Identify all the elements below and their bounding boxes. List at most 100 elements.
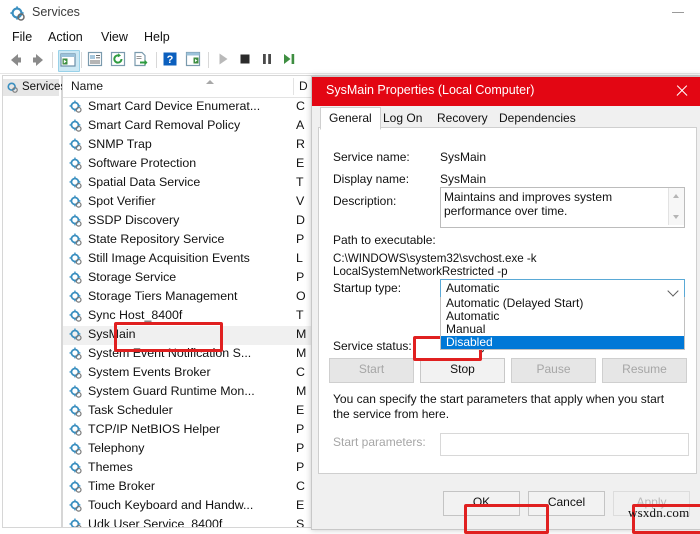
service-gear-icon — [69, 442, 83, 456]
stop-button[interactable]: Stop — [420, 358, 505, 383]
startup-type-dropdown-list[interactable]: Automatic (Delayed Start) Automatic Manu… — [440, 297, 685, 350]
service-gear-icon — [69, 138, 83, 152]
service-name-cell: Time Broker — [88, 479, 155, 493]
service-gear-icon — [69, 119, 83, 133]
service-name-cell: Spot Verifier — [88, 194, 156, 208]
services-app-window: Services File Action View Help — [0, 0, 700, 528]
tab-recovery[interactable]: Recovery — [429, 109, 496, 128]
toolbar: ? — [0, 47, 700, 74]
start-button[interactable]: Start — [329, 358, 414, 383]
service-description-cell: M — [296, 327, 306, 341]
show-hide-console-tree-icon[interactable] — [58, 50, 80, 72]
service-description-cell: P — [296, 422, 304, 436]
forward-arrow-icon[interactable] — [28, 50, 48, 70]
service-description-cell: M — [296, 384, 306, 398]
description-scrollbar[interactable] — [668, 188, 684, 225]
service-name-cell: State Repository Service — [88, 232, 224, 246]
toolbar-separator — [52, 52, 53, 68]
restart-service-icon[interactable] — [280, 50, 300, 70]
service-description-cell: P — [296, 270, 304, 284]
toolbar-separator — [208, 52, 209, 68]
column-header-name[interactable]: Name — [71, 79, 103, 93]
service-description-cell: P — [296, 232, 304, 246]
ok-button[interactable]: OK — [443, 491, 520, 516]
service-description-cell: T — [296, 308, 304, 322]
service-gear-icon — [69, 366, 83, 380]
dropdown-option-disabled[interactable]: Disabled — [441, 336, 684, 349]
dialog-titlebar: SysMain Properties (Local Computer) — [312, 77, 700, 106]
service-gear-icon — [69, 100, 83, 114]
service-name-cell: Spatial Data Service — [88, 175, 200, 189]
service-gear-icon — [69, 214, 83, 228]
service-name-value: SysMain — [440, 150, 486, 164]
close-icon[interactable] — [673, 82, 691, 100]
column-divider[interactable] — [293, 78, 294, 95]
start-parameters-hint: You can specify the start parameters tha… — [333, 392, 681, 422]
description-value: Maintains and improves system performanc… — [444, 190, 660, 218]
service-name-cell: Storage Tiers Management — [88, 289, 237, 303]
service-gear-icon — [69, 271, 83, 285]
tab-log-on[interactable]: Log On — [375, 109, 430, 128]
menu-help[interactable]: Help — [140, 29, 174, 45]
start-service-icon[interactable] — [214, 50, 234, 70]
tab-dependencies[interactable]: Dependencies — [491, 109, 584, 128]
tab-general[interactable]: General — [320, 107, 381, 130]
menu-bar: File Action View Help — [0, 26, 700, 48]
resume-button[interactable]: Resume — [602, 358, 687, 383]
help-icon[interactable]: ? — [161, 50, 181, 70]
export-list-icon[interactable] — [132, 50, 152, 70]
chevron-down-icon[interactable] — [673, 215, 679, 219]
pause-button[interactable]: Pause — [511, 358, 596, 383]
service-description-cell: D — [296, 213, 305, 227]
chevron-up-icon[interactable] — [673, 194, 679, 198]
service-description-cell: A — [296, 118, 304, 132]
console-tree-pane: Services (Local) — [2, 75, 62, 528]
watermark: wsxdn.com — [628, 505, 689, 521]
show-hide-action-pane-icon[interactable] — [184, 50, 204, 70]
service-gear-icon — [69, 290, 83, 304]
service-gear-icon — [69, 385, 83, 399]
service-description-cell: C — [296, 99, 305, 113]
start-parameters-input[interactable] — [440, 433, 689, 456]
dialog-title: SysMain Properties (Local Computer) — [326, 83, 534, 97]
service-name-cell: System Event Notification S... — [88, 346, 251, 360]
back-arrow-icon[interactable] — [6, 50, 26, 70]
service-name-cell: SysMain — [88, 327, 136, 341]
service-gear-icon — [69, 233, 83, 247]
menu-file[interactable]: File — [8, 29, 36, 45]
service-description-cell: M — [296, 346, 306, 360]
service-description-cell: E — [296, 156, 304, 170]
service-name-label: Service name: — [333, 150, 410, 164]
service-name-cell: Sync Host_8400f — [88, 308, 182, 322]
service-description-cell: E — [296, 403, 304, 417]
refresh-icon[interactable] — [109, 50, 129, 70]
menu-view[interactable]: View — [97, 29, 132, 45]
service-name-cell: TCP/IP NetBIOS Helper — [88, 422, 220, 436]
service-gear-icon — [69, 480, 83, 494]
window-title: Services — [32, 5, 80, 19]
cancel-button[interactable]: Cancel — [528, 491, 605, 516]
service-description-cell: L — [296, 251, 303, 265]
service-description-cell: E — [296, 498, 304, 512]
service-gear-icon — [69, 309, 83, 323]
service-gear-icon — [69, 461, 83, 475]
description-textbox[interactable]: Maintains and improves system performanc… — [440, 187, 685, 228]
chevron-down-icon[interactable] — [667, 285, 678, 296]
column-header-description[interactable]: D — [299, 79, 308, 93]
display-name-value: SysMain — [440, 172, 486, 186]
minimize-button[interactable] — [672, 12, 684, 13]
sidebar-item-services-local[interactable]: Services (Local) — [3, 79, 59, 96]
service-control-buttons: Start Stop Pause Resume — [329, 358, 686, 381]
service-gear-icon — [69, 423, 83, 437]
service-description-cell: C — [296, 365, 305, 379]
properties-icon[interactable] — [86, 50, 106, 70]
service-name-cell: SNMP Trap — [88, 137, 152, 151]
service-name-cell: System Guard Runtime Mon... — [88, 384, 255, 398]
service-name-cell: SSDP Discovery — [88, 213, 179, 227]
sort-ascending-icon — [206, 80, 214, 84]
pause-service-icon[interactable] — [258, 50, 278, 70]
start-parameters-label: Start parameters: — [333, 435, 426, 449]
stop-service-icon[interactable] — [236, 50, 256, 70]
menu-action[interactable]: Action — [44, 29, 87, 45]
service-name-cell: Telephony — [88, 441, 145, 455]
